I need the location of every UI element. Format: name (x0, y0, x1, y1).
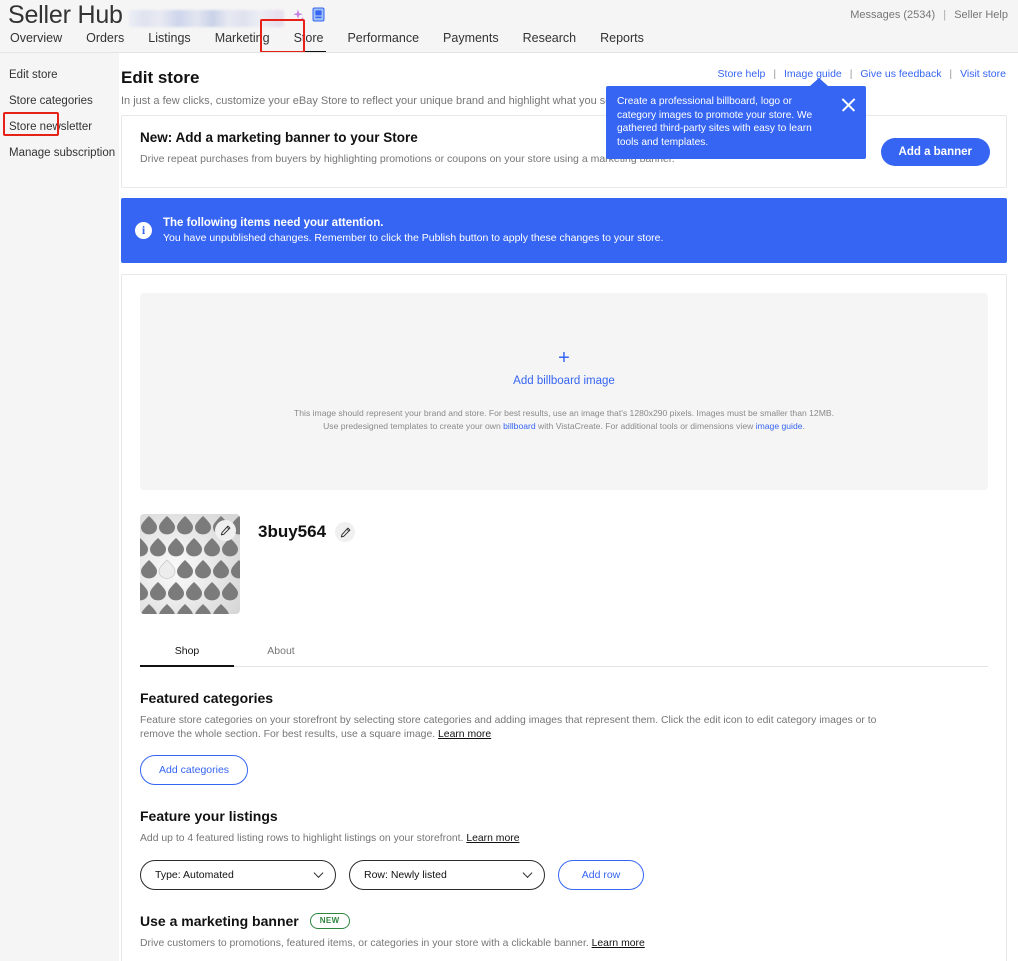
messages-link[interactable]: Messages (2534) (850, 9, 935, 21)
tooltip-text: Create a professional billboard, logo or… (617, 95, 832, 149)
featured-categories-learn-more-link[interactable]: Learn more (438, 729, 491, 740)
feature-listings-text: Add up to 4 featured listing rows to hig… (140, 833, 466, 844)
nav-item-orders[interactable]: Orders (74, 28, 136, 49)
blue-badge-icon (312, 7, 325, 27)
listing-type-value: Type: Automated (155, 869, 234, 881)
promo-subtitle: Drive repeat purchases from buyers by hi… (140, 153, 1006, 165)
featured-categories-heading: Featured categories (140, 690, 988, 706)
store-identity-row: 3buy564 (140, 514, 988, 614)
close-icon[interactable] (840, 96, 857, 113)
nav-item-store[interactable]: Store (282, 28, 336, 49)
primary-nav: Overview Orders Listings Marketing Store… (8, 28, 656, 52)
feature-listings-learn-more-link[interactable]: Learn more (466, 833, 519, 844)
tab-about[interactable]: About (234, 639, 328, 666)
add-row-button[interactable]: Add row (558, 860, 644, 890)
pencil-icon (220, 525, 231, 536)
page-subtitle: In just a few clicks, customize your eBa… (121, 95, 1018, 107)
billboard-help-text: This image should represent your brand a… (294, 407, 834, 432)
billboard-note-line2-end: . (803, 421, 805, 431)
sparkle-star-icon (291, 8, 305, 27)
sidebar-item-store-newsletter[interactable]: Store newsletter (0, 114, 119, 140)
store-name-wrapper: 3buy564 (258, 522, 355, 542)
marketing-banner-text: Drive customers to promotions, featured … (140, 938, 592, 949)
listing-row-select[interactable]: Row: Newly listed (349, 860, 545, 890)
nav-item-reports[interactable]: Reports (588, 28, 656, 49)
new-badge: NEW (310, 913, 350, 929)
sidebar-item-edit-store[interactable]: Edit store (0, 62, 119, 88)
nav-item-marketing[interactable]: Marketing (203, 28, 282, 49)
link-separator-1: | (773, 68, 776, 80)
image-guide-inline-link[interactable]: image guide (756, 421, 803, 431)
chevron-down-icon (314, 868, 324, 878)
alert-title: The following items need your attention. (163, 217, 663, 229)
store-editor-card: + Add billboard image This image should … (121, 274, 1007, 961)
feature-listings-description: Add up to 4 featured listing rows to hig… (140, 832, 880, 846)
tab-shop[interactable]: Shop (140, 639, 234, 666)
sidebar: Edit store Store categories Store newsle… (0, 53, 119, 961)
feature-listings-section: Feature your listings Add up to 4 featur… (140, 808, 988, 890)
image-guide-tooltip: Create a professional billboard, logo or… (606, 86, 866, 159)
marketing-banner-promo-card: New: Add a marketing banner to your Stor… (121, 115, 1007, 188)
nav-item-performance[interactable]: Performance (335, 28, 431, 49)
add-categories-button[interactable]: Add categories (140, 755, 248, 785)
unpublished-changes-alert: i The following items need your attentio… (121, 198, 1007, 263)
edit-store-name-button[interactable] (335, 522, 355, 542)
featured-categories-text: Feature store categories on your storefr… (140, 715, 876, 740)
edit-logo-button[interactable] (215, 520, 236, 541)
page-header: Edit store In just a few clicks, customi… (119, 53, 1018, 105)
billboard-dropzone[interactable]: + Add billboard image This image should … (140, 293, 988, 490)
visit-store-link[interactable]: Visit store (960, 68, 1006, 80)
brand-row: Seller Hub (8, 0, 325, 30)
alert-text-wrap: The following items need your attention.… (163, 217, 663, 244)
header-right-links: Messages (2534) | Seller Help (850, 9, 1008, 21)
feature-listings-heading: Feature your listings (140, 808, 988, 824)
billboard-note-line2-pre: Use predesigned templates to create your… (323, 421, 503, 431)
redacted-account-name (129, 10, 284, 27)
store-logo-wrapper (140, 514, 240, 614)
sidebar-item-manage-subscription[interactable]: Manage subscription (0, 140, 119, 166)
tooltip-arrow (810, 78, 828, 86)
marketing-banner-heading: Use a marketing banner (140, 913, 299, 929)
marketing-banner-heading-wrap: Use a marketing banner NEW (140, 913, 988, 929)
featured-categories-section: Featured categories Feature store catego… (140, 690, 988, 785)
top-header: Seller Hub Messages (2534) | Seller Help (0, 0, 1018, 52)
alert-message: You have unpublished changes. Remember t… (163, 232, 663, 244)
nav-item-listings[interactable]: Listings (136, 28, 202, 49)
store-help-link[interactable]: Store help (718, 68, 766, 80)
featured-categories-description: Feature store categories on your storefr… (140, 714, 880, 741)
storefront-tabs: Shop About (140, 639, 988, 667)
marketing-banner-description: Drive customers to promotions, featured … (140, 937, 880, 951)
promo-title: New: Add a marketing banner to your Stor… (140, 130, 1006, 145)
nav-item-payments[interactable]: Payments (431, 28, 511, 49)
link-separator-2: | (850, 68, 853, 80)
nav-item-research[interactable]: Research (511, 28, 589, 49)
pencil-icon (340, 527, 351, 538)
main-content: Edit store In just a few clicks, customi… (119, 53, 1018, 961)
plus-icon: + (558, 351, 570, 365)
listing-row-value: Row: Newly listed (364, 869, 447, 881)
billboard-note-line1: This image should represent your brand a… (294, 408, 834, 418)
give-us-feedback-link[interactable]: Give us feedback (860, 68, 941, 80)
sidebar-item-store-categories[interactable]: Store categories (0, 88, 119, 114)
listing-type-select[interactable]: Type: Automated (140, 860, 336, 890)
add-a-banner-button[interactable]: Add a banner (881, 138, 990, 166)
feature-listings-controls: Type: Automated Row: Newly listed Add ro… (140, 860, 988, 890)
store-name: 3buy564 (258, 522, 326, 542)
info-icon: i (135, 222, 152, 239)
chevron-down-icon (523, 868, 533, 878)
brand-title: Seller Hub (8, 0, 123, 30)
add-billboard-image-link[interactable]: Add billboard image (513, 375, 615, 387)
billboard-link[interactable]: billboard (503, 421, 536, 431)
nav-item-overview[interactable]: Overview (8, 28, 74, 49)
seller-hub-page: Seller Hub Messages (2534) | Seller Help (0, 0, 1018, 961)
link-separator-3: | (949, 68, 952, 80)
billboard-note-line2-mid: with VistaCreate. For additional tools o… (536, 421, 756, 431)
seller-help-link[interactable]: Seller Help (954, 9, 1008, 21)
marketing-banner-section: Use a marketing banner NEW Drive custome… (140, 913, 988, 961)
page-header-links: Store help | Image guide | Give us feedb… (718, 68, 1006, 80)
header-link-separator: | (943, 9, 946, 21)
marketing-banner-learn-more-link[interactable]: Learn more (592, 938, 645, 949)
